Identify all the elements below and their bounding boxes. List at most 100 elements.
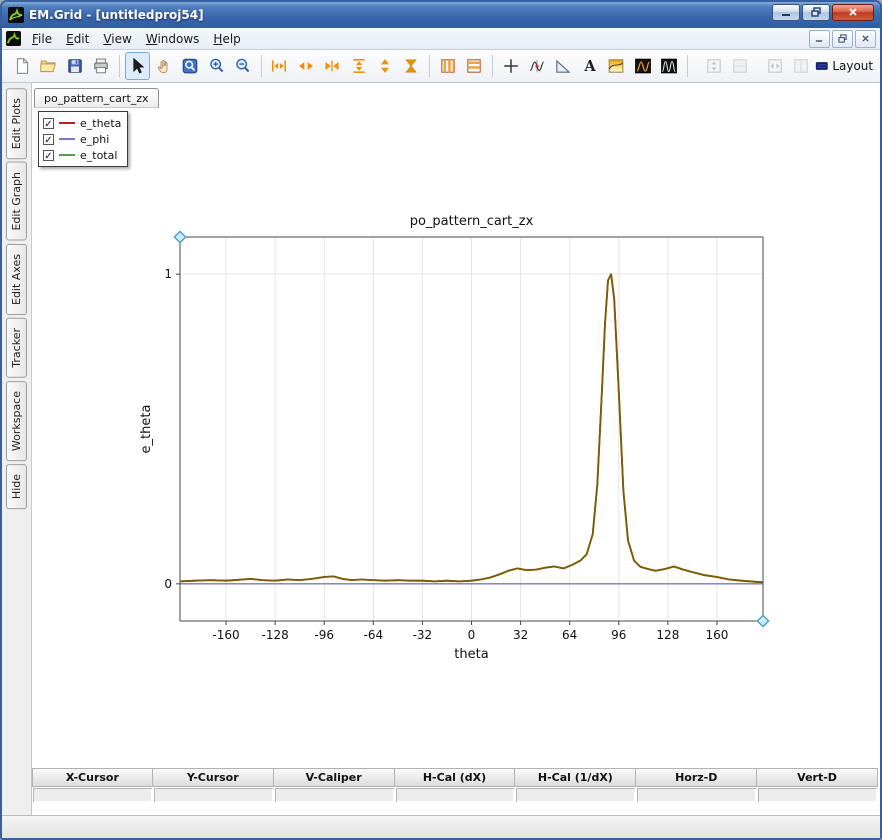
x-axis-label: theta bbox=[454, 647, 488, 662]
autoscale-button[interactable] bbox=[399, 52, 424, 80]
sidebar-item-workspace[interactable]: Workspace bbox=[6, 381, 27, 461]
menu-help[interactable]: Help bbox=[206, 30, 247, 48]
legend-line-swatch bbox=[59, 154, 75, 156]
slope-caliper-button[interactable] bbox=[551, 52, 576, 80]
close-button[interactable] bbox=[832, 4, 874, 21]
legend-line-swatch bbox=[59, 138, 75, 140]
chart-title: po_pattern_cart_zx bbox=[410, 214, 534, 229]
new-file-button[interactable] bbox=[9, 52, 34, 80]
svg-text:0: 0 bbox=[164, 577, 172, 591]
legend-line-swatch bbox=[59, 122, 75, 124]
expand-y-button[interactable] bbox=[372, 52, 397, 80]
curve-tracker-button[interactable] bbox=[524, 52, 549, 80]
mdi-minimize-button[interactable] bbox=[809, 30, 830, 48]
menu-items: FileEditViewWindowsHelp bbox=[25, 30, 248, 48]
expand-cols-button-disabled bbox=[762, 52, 787, 80]
layout-group[interactable]: Layout bbox=[815, 58, 873, 74]
restore-icon bbox=[838, 34, 848, 43]
sidebar-item-edit-axes[interactable]: Edit Axes bbox=[6, 244, 27, 315]
svg-text:64: 64 bbox=[562, 628, 577, 642]
zoom-out-button[interactable] bbox=[230, 52, 255, 80]
colormap-icon bbox=[607, 57, 625, 75]
fit-height-button[interactable] bbox=[346, 52, 371, 80]
fit-width-button[interactable] bbox=[267, 52, 292, 80]
cursor-value-cell bbox=[516, 788, 635, 802]
zoom-region-button[interactable] bbox=[177, 52, 202, 80]
svg-text:1: 1 bbox=[164, 267, 172, 281]
restore-icon bbox=[811, 7, 822, 17]
svg-text:128: 128 bbox=[656, 628, 679, 642]
cursor-col-vert-d: Vert-D bbox=[757, 768, 878, 787]
pan-hand-button[interactable] bbox=[151, 52, 176, 80]
crosshair-icon bbox=[502, 57, 520, 75]
text-a-icon: A bbox=[581, 57, 599, 75]
cursor-readout-table: X-CursorY-CursorV-CaliperH-Cal (dX)H-Cal… bbox=[32, 768, 878, 803]
sidebar-item-hide[interactable]: Hide bbox=[6, 464, 27, 509]
legend-label: e_theta bbox=[80, 117, 121, 130]
toolbar-separator bbox=[429, 55, 430, 77]
zoom-in-button[interactable] bbox=[204, 52, 229, 80]
legend-label: e_phi bbox=[80, 133, 109, 146]
chart-plot-area[interactable]: -160-128-96-64-32032649612816001po_patte… bbox=[32, 83, 880, 743]
svg-text:160: 160 bbox=[706, 628, 729, 642]
dark-waveform-icon bbox=[634, 57, 652, 75]
cursor-col-h-cal-dx-: H-Cal (dX) bbox=[395, 768, 516, 787]
legend-checkbox-e_total[interactable]: ✓ bbox=[43, 150, 54, 161]
mdi-restore-button[interactable] bbox=[832, 30, 853, 48]
legend-box: ✓e_theta✓e_phi✓e_total bbox=[38, 111, 128, 167]
row-layout-button[interactable] bbox=[461, 52, 486, 80]
expand-rows-button-disabled bbox=[701, 52, 726, 80]
sidebar: Edit Plots Edit Graph Edit Axes Tracker Work… bbox=[2, 83, 32, 816]
open-folder-icon bbox=[39, 57, 57, 75]
dark-gaussians-icon bbox=[660, 57, 678, 75]
toolbar-separator bbox=[687, 55, 688, 77]
svg-text:-64: -64 bbox=[364, 628, 384, 642]
menu-view[interactable]: View bbox=[96, 30, 138, 48]
colormap-button[interactable] bbox=[603, 52, 628, 80]
sidebar-item-tracker[interactable]: Tracker bbox=[6, 318, 27, 378]
expand-x-button[interactable] bbox=[293, 52, 318, 80]
select-arrow-button[interactable] bbox=[125, 52, 150, 80]
print-button[interactable] bbox=[88, 52, 113, 80]
open-file-button[interactable] bbox=[35, 52, 60, 80]
toolbar: A Layout bbox=[2, 50, 880, 83]
svg-text:32: 32 bbox=[513, 628, 528, 642]
svg-text:A: A bbox=[583, 58, 596, 75]
minimize-icon bbox=[781, 7, 791, 17]
mdi-close-button[interactable] bbox=[855, 30, 876, 48]
expand-rows-icon bbox=[705, 57, 723, 75]
panel-box-icon bbox=[731, 57, 749, 75]
menu-edit[interactable]: Edit bbox=[59, 30, 96, 48]
expand-y-icon bbox=[376, 57, 394, 75]
dark-plot-button[interactable] bbox=[630, 52, 655, 80]
dark-multiplot-button[interactable] bbox=[656, 52, 681, 80]
column-stripes-icon bbox=[439, 57, 457, 75]
crosshair-button[interactable] bbox=[498, 52, 523, 80]
maximize-button[interactable] bbox=[802, 4, 830, 21]
cursor-value-cell bbox=[758, 788, 877, 802]
cols-panel-button-disabled bbox=[788, 52, 813, 80]
zoom-out-icon bbox=[234, 57, 252, 75]
rows-panel-button-disabled bbox=[727, 52, 752, 80]
cursor-col-y-cursor: Y-Cursor bbox=[153, 768, 274, 787]
sidebar-item-edit-plots[interactable]: Edit Plots bbox=[6, 88, 27, 159]
column-layout-button[interactable] bbox=[435, 52, 460, 80]
menu-bar: FileEditViewWindowsHelp bbox=[2, 28, 880, 50]
layout-icon bbox=[815, 58, 829, 74]
menu-windows[interactable]: Windows bbox=[139, 30, 207, 48]
cursor-value-cell bbox=[637, 788, 756, 802]
legend-checkbox-e_theta[interactable]: ✓ bbox=[43, 118, 54, 129]
compress-x-button[interactable] bbox=[319, 52, 344, 80]
legend-checkbox-e_phi[interactable]: ✓ bbox=[43, 134, 54, 145]
text-annotation-button[interactable]: A bbox=[577, 52, 602, 80]
save-file-button[interactable] bbox=[62, 52, 87, 80]
legend-item-e_theta: ✓ e_theta bbox=[43, 115, 121, 131]
menu-file[interactable]: File bbox=[25, 30, 59, 48]
sidebar-item-edit-graph[interactable]: Edit Graph bbox=[6, 162, 27, 241]
cursor-col-x-cursor: X-Cursor bbox=[32, 768, 153, 787]
compress-x-icon bbox=[323, 57, 341, 75]
toolbar-separator bbox=[492, 55, 493, 77]
close-icon bbox=[861, 34, 870, 43]
minimize-button[interactable] bbox=[772, 4, 800, 21]
svg-text:-128: -128 bbox=[262, 628, 289, 642]
